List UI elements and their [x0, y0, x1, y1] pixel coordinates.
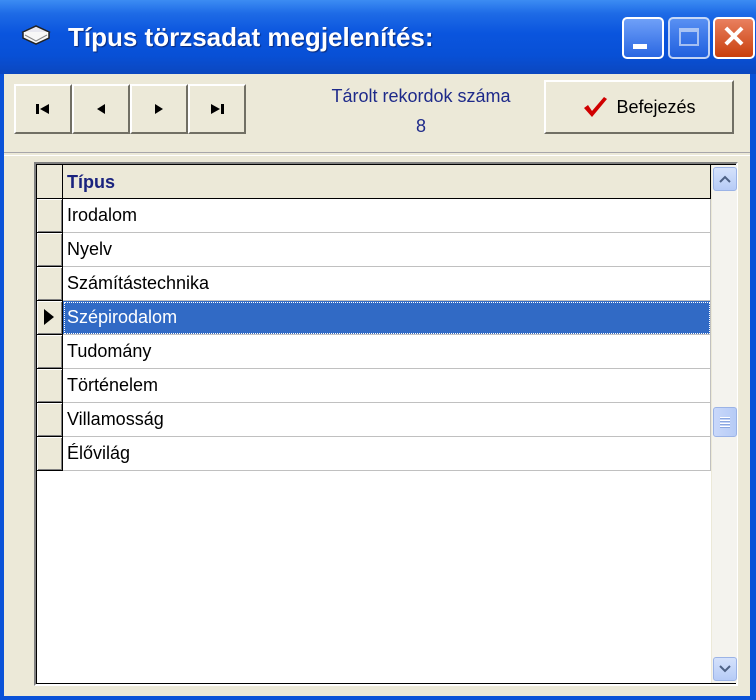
row-cell-tipus[interactable]: Tudomány — [63, 335, 711, 369]
close-icon: ✕ — [721, 21, 747, 54]
row-selector[interactable] — [37, 437, 63, 471]
toolbar: Tárolt rekordok száma 8 Befejezés — [4, 74, 750, 144]
row-selector[interactable] — [37, 403, 63, 437]
grid-body: Típus Irodalom Nyelv Számítástechnika Szépi… — [36, 164, 737, 684]
scroll-thumb[interactable] — [713, 407, 737, 437]
next-record-button[interactable] — [130, 84, 188, 134]
row-selector[interactable] — [37, 301, 63, 335]
next-record-icon — [155, 104, 163, 114]
row-selector[interactable] — [37, 199, 63, 233]
scroll-up-button[interactable] — [713, 167, 737, 191]
current-row-icon — [44, 309, 54, 325]
row-cell-tipus[interactable]: Élővilág — [63, 437, 711, 471]
table-row[interactable]: Tudomány — [37, 335, 711, 369]
table-row[interactable]: Nyelv — [37, 233, 711, 267]
selector-column-header — [37, 165, 63, 199]
data-grid[interactable]: Típus Irodalom Nyelv Számítástechnika Szépi… — [34, 162, 738, 686]
first-record-button[interactable] — [14, 84, 72, 134]
table-row[interactable]: Számítástechnika — [37, 267, 711, 301]
last-record-icon — [211, 104, 224, 114]
book-icon — [21, 25, 51, 45]
minimize-button[interactable] — [622, 17, 664, 59]
table-row[interactable]: Történelem — [37, 369, 711, 403]
finish-label: Befejezés — [616, 96, 696, 117]
scroll-down-button[interactable] — [713, 657, 737, 681]
grid-header: Típus — [37, 165, 711, 199]
table-row[interactable]: Villamosság — [37, 403, 711, 437]
title-bar[interactable]: Típus törzsadat megjelenítés: ✕ — [0, 0, 756, 74]
client-area: Tárolt rekordok száma 8 Befejezés Típus … — [4, 74, 750, 696]
prev-record-button[interactable] — [72, 84, 130, 134]
prev-record-icon — [97, 104, 105, 114]
vertical-scrollbar[interactable] — [711, 165, 737, 683]
row-selector[interactable] — [37, 369, 63, 403]
row-cell-tipus[interactable]: Szépirodalom — [63, 301, 711, 335]
checkmark-icon — [584, 97, 608, 117]
table-row[interactable]: Szépirodalom — [37, 301, 711, 335]
row-cell-tipus[interactable]: Számítástechnika — [63, 267, 711, 301]
window-title: Típus törzsadat megjelenítés: — [68, 22, 434, 52]
close-button[interactable]: ✕ — [713, 17, 755, 59]
column-header-tipus[interactable]: Típus — [63, 165, 711, 199]
finish-button[interactable]: Befejezés — [544, 80, 734, 134]
first-record-icon — [36, 104, 49, 114]
row-cell-tipus[interactable]: Villamosság — [63, 403, 711, 437]
separator — [4, 152, 750, 156]
table-row[interactable]: Irodalom — [37, 199, 711, 233]
row-cell-tipus[interactable]: Irodalom — [63, 199, 711, 233]
last-record-button[interactable] — [188, 84, 246, 134]
row-cell-tipus[interactable]: Nyelv — [63, 233, 711, 267]
records-label: Tárolt rekordok száma — [331, 86, 511, 106]
chevron-down-icon — [719, 665, 731, 673]
row-selector[interactable] — [37, 267, 63, 301]
row-selector[interactable] — [37, 233, 63, 267]
records-count: 8 — [415, 116, 426, 136]
table-row[interactable]: Élővilág — [37, 437, 711, 471]
app-window: Típus törzsadat megjelenítés: ✕ Tárolt r… — [0, 0, 756, 700]
minimize-icon — [633, 44, 647, 49]
row-cell-tipus[interactable]: Történelem — [63, 369, 711, 403]
maximize-button[interactable] — [668, 17, 710, 59]
maximize-icon — [679, 28, 699, 46]
chevron-up-icon — [719, 175, 731, 183]
row-selector[interactable] — [37, 335, 63, 369]
